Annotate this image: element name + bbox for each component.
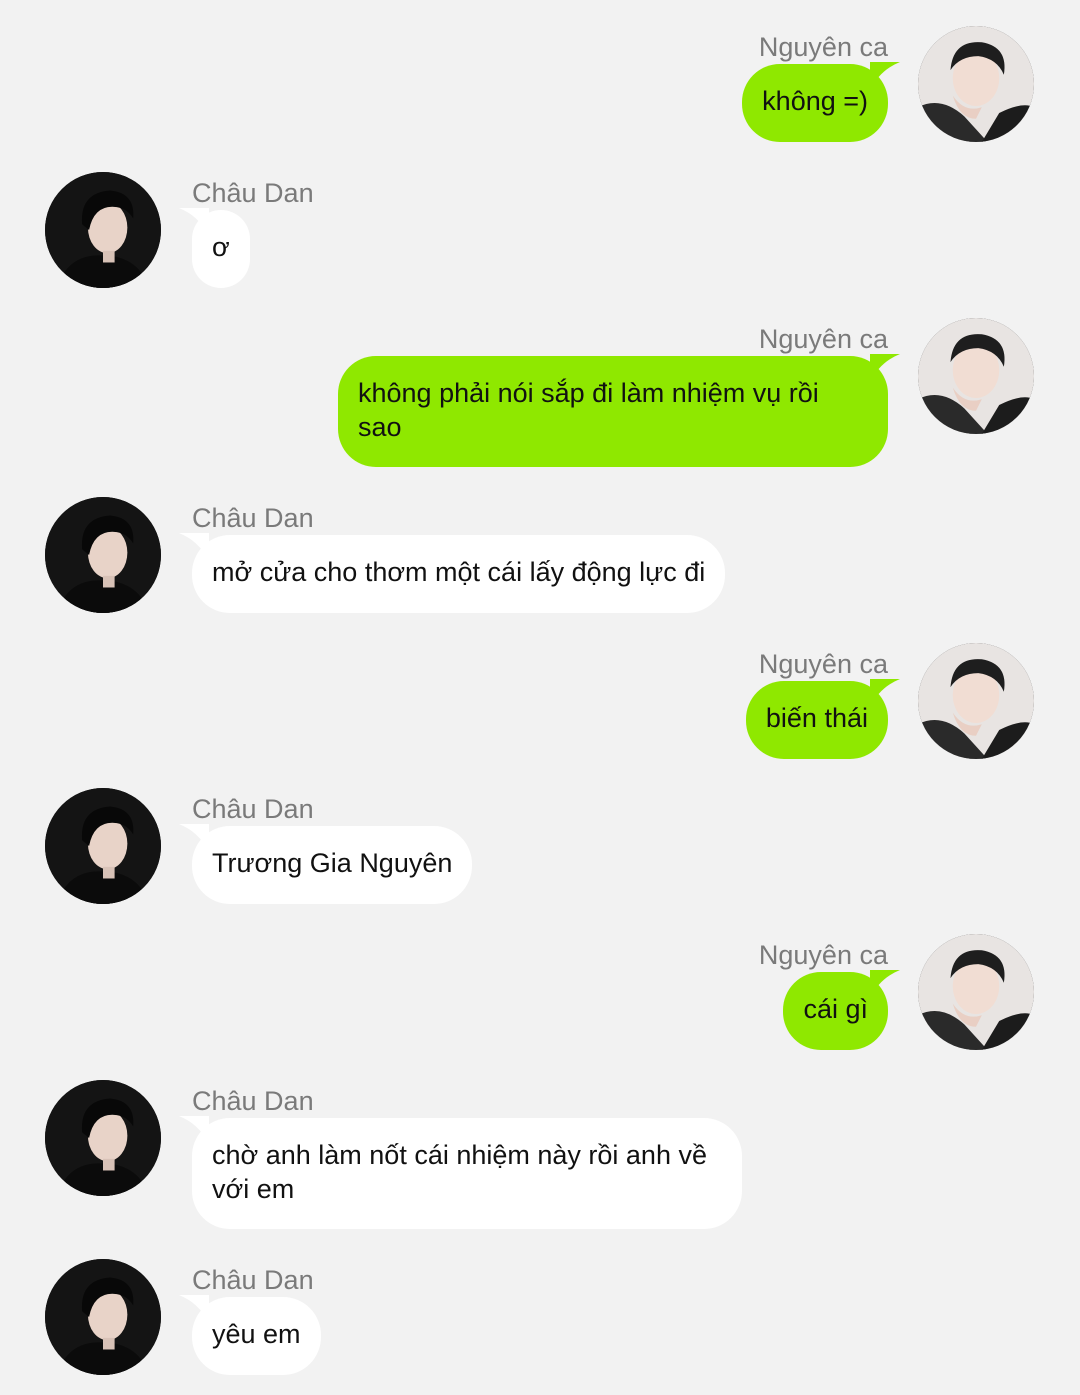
avatar-nguyen-ca[interactable] [918, 318, 1034, 434]
message-bubble[interactable]: không =) [742, 64, 888, 142]
avatar-chau-dan[interactable] [45, 497, 161, 613]
message-bubble[interactable]: không phải nói sắp đi làm nhiệm vụ rồi s… [338, 356, 888, 467]
profile-photo-icon [45, 1259, 161, 1375]
avatar-chau-dan[interactable] [45, 172, 161, 288]
sender-name: Châu Dan [192, 178, 314, 208]
profile-photo-icon [918, 26, 1034, 142]
avatar-chau-dan[interactable] [45, 1080, 161, 1196]
sender-name: Nguyên ca [758, 324, 888, 354]
avatar-nguyen-ca[interactable] [918, 934, 1034, 1050]
sender-name: Nguyên ca [758, 940, 888, 970]
avatar-chau-dan[interactable] [45, 1259, 161, 1375]
message-bubble[interactable]: biến thái [745, 681, 888, 759]
sender-name: Châu Dan [192, 1265, 314, 1295]
sender-name: Châu Dan [192, 794, 314, 824]
profile-photo-icon [45, 788, 161, 904]
avatar-nguyen-ca[interactable] [918, 26, 1034, 142]
avatar-nguyen-ca[interactable] [918, 643, 1034, 759]
sender-name: Châu Dan [192, 1086, 314, 1116]
avatar-chau-dan[interactable] [45, 788, 161, 904]
sender-name: Nguyên ca [758, 32, 888, 62]
message-bubble[interactable]: yêu em [192, 1297, 321, 1375]
profile-photo-icon [918, 643, 1034, 759]
message-bubble[interactable]: chờ anh làm nốt cái nhiệm này rồi anh về… [192, 1118, 742, 1229]
message-bubble[interactable]: ơ [192, 210, 250, 288]
message-bubble[interactable]: Trương Gia Nguyên [192, 826, 473, 904]
profile-photo-icon [45, 172, 161, 288]
message-bubble[interactable]: cái gì [783, 972, 888, 1050]
profile-photo-icon [45, 497, 161, 613]
profile-photo-icon [918, 934, 1034, 1050]
profile-photo-icon [918, 318, 1034, 434]
sender-name: Châu Dan [192, 503, 314, 533]
sender-name: Nguyên ca [758, 649, 888, 679]
profile-photo-icon [45, 1080, 161, 1196]
message-bubble[interactable]: mở cửa cho thơm một cái lấy động lực đi [192, 535, 726, 613]
